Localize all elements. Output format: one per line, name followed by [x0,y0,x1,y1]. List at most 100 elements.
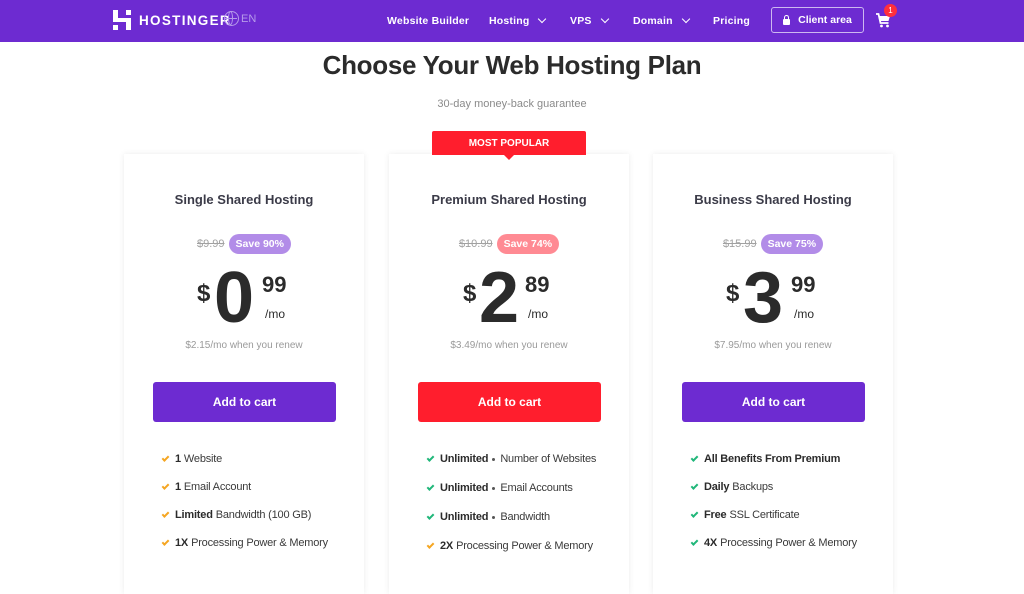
chevron-down-icon [681,14,690,24]
plan-card-premium: Premium Shared Hosting $10.99 Save 74% $… [389,154,629,594]
checkmark-icon [426,453,435,462]
feature-item: 1X Processing Power & Memory [161,536,328,550]
feature-highlight: 1 [175,481,181,493]
chevron-down-icon [538,14,547,24]
nav-item-pricing[interactable]: Pricing [713,0,750,42]
lock-icon [783,14,791,25]
language-selector[interactable]: EN [224,11,256,26]
most-popular-ribbon: MOST POPULAR [432,131,586,160]
price-whole: 2 [479,258,520,338]
feature-item: 4X Processing Power & Memory [690,536,857,550]
checkmark-icon [690,453,699,462]
bullet-dot-icon [492,486,496,490]
price-period: /mo [265,307,286,321]
feature-list: 1 Website 1 Email Account Limited Bandwi… [161,452,328,564]
bullet-dot-icon [492,515,496,519]
price-display: $ 3 99 /mo [653,258,893,338]
price-cents: 99 [262,272,287,297]
price-display: $ 0 99 /mo [124,258,364,338]
savings-badge: Save 74% [496,234,560,254]
feature-list: Unlimited Number of Websites Unlimited E… [426,452,597,568]
feature-item: Unlimited Email Accounts [426,481,596,495]
feature-item: 1 Website [161,452,328,466]
globe-icon [224,11,239,26]
renewal-price: $3.49/mo when you renew [450,340,568,351]
plan-card-business: Business Shared Hosting $15.99 Save 75% … [653,154,893,594]
feature-item: Free SSL Certificate [690,508,857,522]
nav-item-label: Domain [633,15,673,27]
feature-highlight: Limited [175,509,213,521]
feature-text: Processing Power & Memory [191,537,328,549]
brand-logo[interactable]: HOSTINGER [113,10,231,30]
checkmark-icon [426,482,435,491]
savings-badge: Save 75% [760,234,824,254]
nav-item-label: VPS [570,15,592,27]
nav-item-hosting[interactable]: Hosting [489,0,547,42]
chevron-down-icon [600,14,609,24]
feature-text: SSL Certificate [729,509,800,521]
checkmark-icon [161,481,170,490]
price-cents: 99 [791,272,816,297]
plan-name: Business Shared Hosting [694,192,852,207]
feature-highlight: Unlimited [440,453,489,465]
checkmark-icon [690,481,699,490]
brand-name: HOSTINGER [139,12,231,28]
top-navigation-bar: HOSTINGER EN Website Builder Hosting VPS… [0,0,1024,42]
feature-text: Backups [732,481,774,493]
original-price: $9.99 [197,238,225,250]
feature-item: 1 Email Account [161,480,328,494]
currency-symbol: $ [726,280,740,307]
original-price: $10.99 [458,238,493,250]
checkmark-icon [161,509,170,518]
feature-highlight: Free [704,509,727,521]
feature-text: Email Account [183,481,252,493]
checkmark-icon [161,453,170,462]
price-whole: 3 [743,258,784,338]
add-to-cart-button[interactable]: Add to cart [153,382,336,422]
page-subtitle: 30-day money-back guarantee [437,98,587,110]
feature-text: Website [183,453,223,465]
feature-text: Bandwidth (100 GB) [215,509,312,521]
feature-text: Email Accounts [500,482,573,494]
checkmark-icon [426,540,435,549]
feature-text: Processing Power & Memory [456,540,593,552]
discount-row: $15.99 Save 75% [653,234,893,254]
client-area-button[interactable]: Client area [771,7,864,33]
add-to-cart-button[interactable]: Add to cart [682,382,865,422]
price-whole: 0 [214,258,255,338]
feature-item: All Benefits From Premium [690,452,857,466]
checkmark-icon [690,509,699,518]
bullet-dot-icon [492,457,496,461]
price-period: /mo [528,307,549,321]
plan-name: Single Shared Hosting [174,192,314,207]
feature-highlight: 2X [440,540,454,552]
feature-text: Bandwidth [500,511,550,523]
nav-item-website-builder[interactable]: Website Builder [387,0,469,42]
feature-item: Limited Bandwidth (100 GB) [161,508,328,522]
original-price: $15.99 [722,238,757,250]
nav-item-domain[interactable]: Domain [633,0,690,42]
page-title: Choose Your Web Hosting Plan [322,50,702,80]
feature-item: Unlimited Number of Websites [426,452,597,466]
nav-item-label: Hosting [489,15,530,27]
feature-text: Number of Websites [500,453,597,465]
checkmark-icon [426,511,435,520]
price-display: $ 2 89 /mo [389,258,629,338]
feature-item: Unlimited Bandwidth [426,510,596,524]
renewal-price: $2.15/mo when you renew [185,340,303,351]
feature-highlight: Unlimited [440,482,489,494]
feature-item: 2X Processing Power & Memory [426,539,596,553]
savings-badge: Save 90% [228,234,291,254]
nav-item-label: Website Builder [387,15,470,27]
feature-highlight: Unlimited [440,511,489,523]
nav-item-vps[interactable]: VPS [570,0,609,42]
currency-symbol: $ [197,280,211,307]
feature-text: Processing Power & Memory [720,537,857,549]
add-to-cart-button[interactable]: Add to cart [418,382,601,422]
cart-count-badge: 1 [884,4,897,17]
language-code: EN [241,12,257,25]
price-period: /mo [794,307,815,321]
discount-row: $9.99 Save 90% [124,234,364,254]
feature-highlight: 1 [175,453,181,465]
price-cents: 89 [525,272,550,297]
